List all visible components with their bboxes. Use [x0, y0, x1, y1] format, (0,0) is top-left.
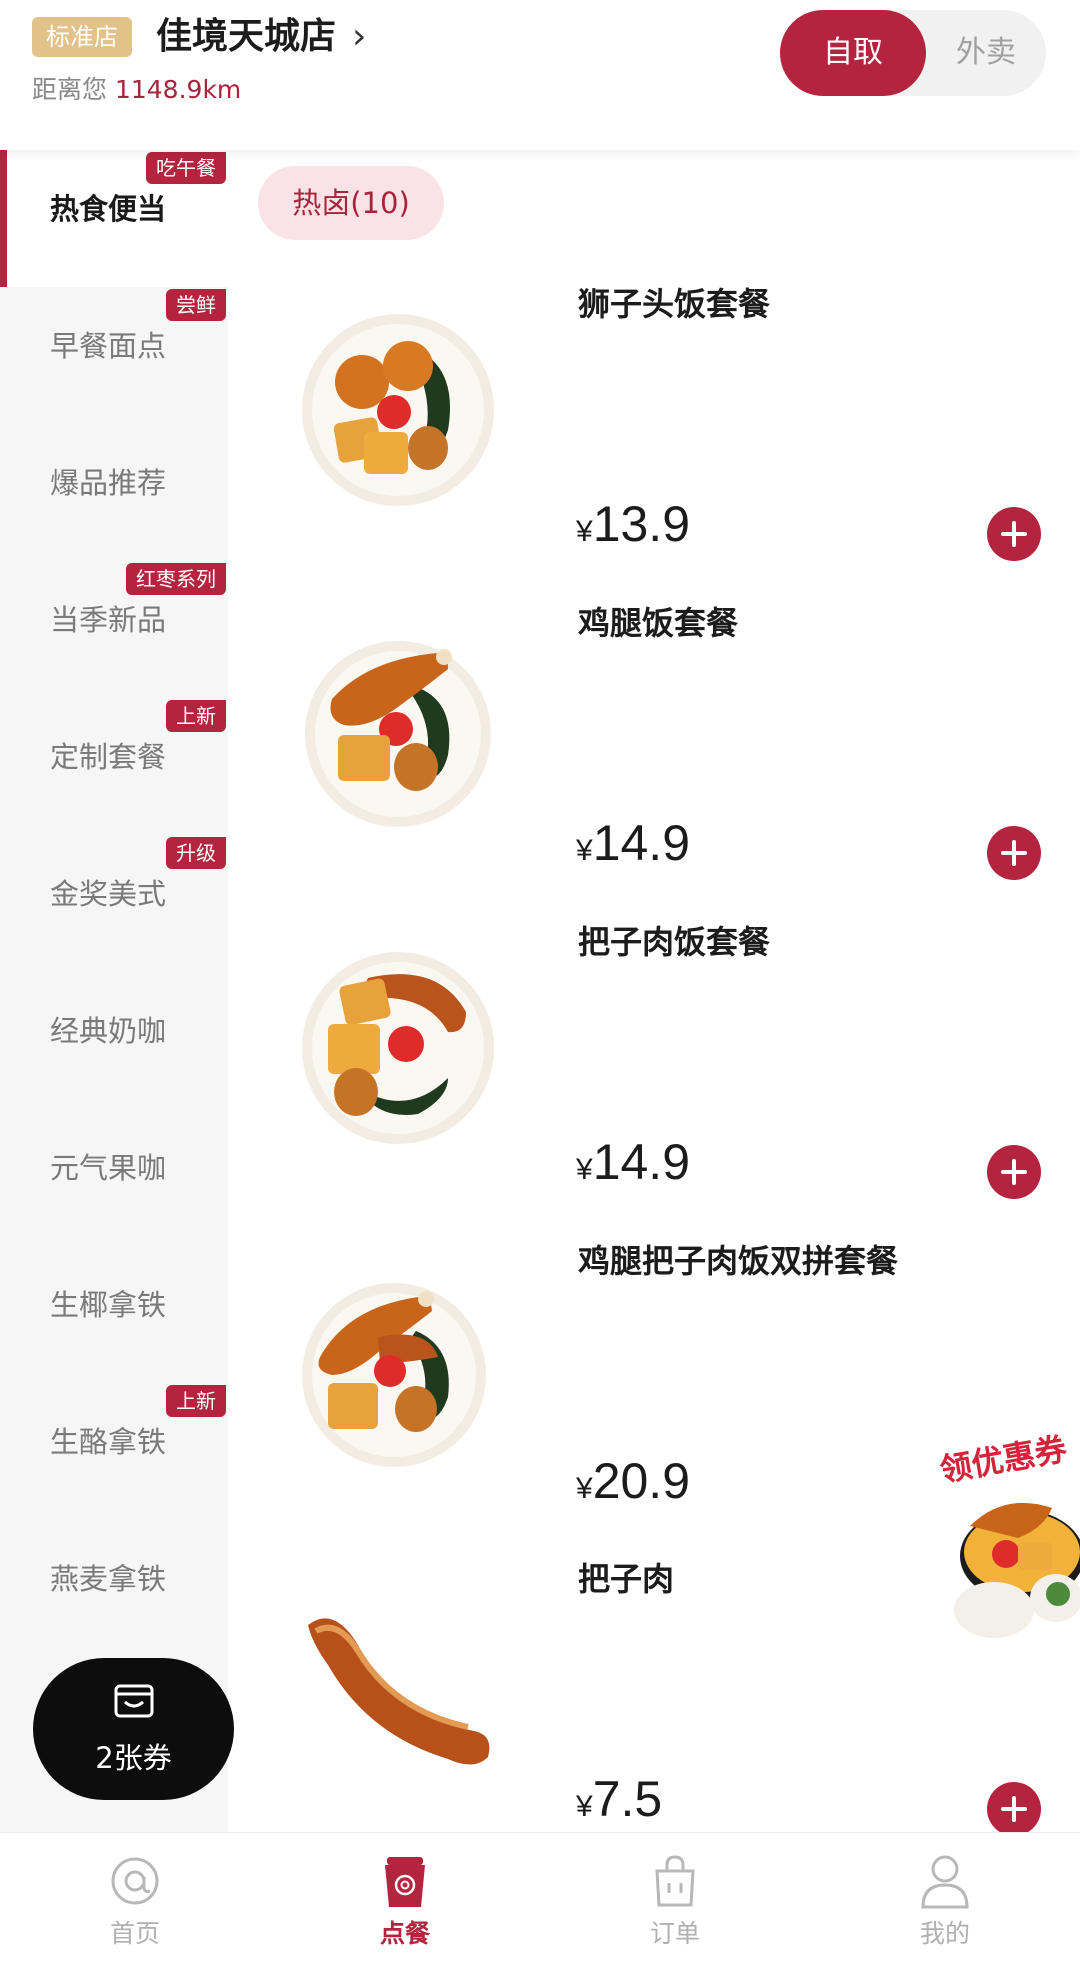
sidebar-item-label: 爆品推荐 [50, 466, 167, 500]
product-price: ¥20.9 [576, 1453, 691, 1509]
braised-pork-rice-set-image [302, 952, 494, 1144]
add-to-cart-button[interactable] [987, 826, 1041, 880]
nav-label: 订单 [649, 1919, 700, 1948]
product-name: 鸡腿把子肉饭双拼套餐 [578, 1242, 899, 1280]
product-name: 狮子头饭套餐 [578, 285, 771, 323]
shopping-bag-icon [655, 1855, 695, 1907]
nav-label: 我的 [919, 1919, 970, 1948]
sidebar-item-breakfast[interactable]: 早餐面点 尝鲜 [0, 287, 228, 424]
subcategory-chip[interactable]: 热卤(10) [258, 166, 444, 240]
pickup-mode-button[interactable]: 自取 [780, 10, 926, 96]
nav-label: 点餐 [379, 1919, 430, 1948]
distance-prefix: 距离您 [32, 75, 108, 104]
sidebar-item-label: 元气果咖 [50, 1151, 167, 1185]
product-name: 把子肉 [578, 1560, 675, 1598]
at-sign-icon [111, 1857, 159, 1905]
nav-home[interactable]: 首页 [0, 1833, 270, 1961]
sidebar-item-cheese-latte[interactable]: 生酪拿铁 上新 [0, 1383, 228, 1520]
sidebar-item-coconut-latte[interactable]: 生椰拿铁 [0, 1246, 228, 1383]
wallet-icon [114, 1684, 154, 1718]
nav-label: 首页 [109, 1919, 160, 1948]
nav-orders[interactable]: 订单 [540, 1833, 810, 1961]
person-icon [921, 1855, 969, 1909]
chicken-pork-combo-set-image [302, 1283, 486, 1467]
order-mode-toggle: 自取 外卖 [780, 10, 1046, 96]
sidebar-item-label: 当季新品 [50, 603, 167, 637]
add-to-cart-button[interactable] [987, 1782, 1041, 1836]
sidebar-item-label: 热食便当 [50, 192, 167, 226]
sidebar-item-label: 生酪拿铁 [50, 1425, 167, 1459]
store-distance: 距离您 1148.9km [32, 72, 241, 108]
nav-order[interactable]: 点餐 [270, 1833, 540, 1961]
category-tag: 上新 [166, 700, 226, 732]
store-name[interactable]: 佳境天城店 [156, 12, 336, 62]
sidebar-item-milk-coffee[interactable]: 经典奶咖 [0, 972, 228, 1109]
sidebar-item-hot-meals[interactable]: 热食便当 吃午餐 [0, 150, 228, 287]
product-name: 鸡腿饭套餐 [578, 604, 739, 642]
sidebar-item-label: 早餐面点 [50, 329, 167, 363]
coupon-promo-float[interactable]: 领优惠券 [934, 1430, 1080, 1648]
sidebar-item-label: 金奖美式 [50, 877, 167, 911]
category-tag: 升级 [166, 837, 226, 869]
sidebar-item-label: 生椰拿铁 [50, 1288, 167, 1322]
sidebar-item-best-sellers[interactable]: 爆品推荐 [0, 424, 228, 561]
sidebar-item-fruit-coffee[interactable]: 元气果咖 [0, 1109, 228, 1246]
product-price: ¥7.5 [576, 1771, 663, 1827]
sidebar-item-custom-sets[interactable]: 定制套餐 上新 [0, 698, 228, 835]
product-card[interactable]: 鸡腿饭套餐 ¥14.9 [228, 601, 1080, 919]
lion-head-rice-set-image [302, 314, 494, 506]
sidebar-item-americano[interactable]: 金奖美式 升级 [0, 835, 228, 972]
coupon-food-image [954, 1502, 1080, 1638]
voucher-button[interactable]: 2张券 [33, 1658, 234, 1800]
sidebar-item-label: 燕麦拿铁 [50, 1562, 167, 1596]
chevron-right-icon[interactable]: › [352, 12, 366, 62]
sidebar-item-label: 经典奶咖 [50, 1014, 167, 1048]
store-header: 标准店 佳境天城店 › 距离您 1148.9km 自取 外卖 [0, 0, 1080, 150]
product-card[interactable]: 狮子头饭套餐 ¥13.9 [228, 282, 1080, 600]
sidebar-item-oat-latte[interactable]: 燕麦拿铁 [0, 1520, 228, 1657]
nav-profile[interactable]: 我的 [810, 1833, 1080, 1961]
product-price: ¥14.9 [576, 815, 691, 871]
coffee-cup-icon [385, 1857, 425, 1907]
braised-pork-strip-image [308, 1618, 490, 1765]
category-tag: 吃午餐 [146, 152, 226, 184]
product-price: ¥14.9 [576, 1134, 691, 1190]
category-tag: 红枣系列 [126, 563, 226, 595]
sidebar-item-label: 定制套餐 [50, 740, 167, 774]
add-to-cart-button[interactable] [987, 1145, 1041, 1199]
bottom-navigation: 首页 点餐 订单 我的 [0, 1832, 1080, 1961]
product-name: 把子肉饭套餐 [578, 923, 771, 961]
add-to-cart-button[interactable] [987, 507, 1041, 561]
product-card[interactable]: 把子肉饭套餐 ¥14.9 [228, 920, 1080, 1238]
sidebar-item-seasonal[interactable]: 当季新品 红枣系列 [0, 561, 228, 698]
store-level-badge: 标准店 [32, 17, 132, 57]
delivery-mode-button[interactable]: 外卖 [926, 10, 1046, 96]
category-sidebar: 热食便当 吃午餐 早餐面点 尝鲜 爆品推荐 当季新品 红枣系列 定制套餐 上新 … [0, 150, 228, 1832]
product-price: ¥13.9 [576, 496, 691, 552]
category-tag: 尝鲜 [166, 289, 226, 321]
chicken-leg-rice-set-image [305, 641, 491, 827]
distance-value: 1148.9km [114, 75, 242, 104]
voucher-label: 2张券 [95, 1741, 172, 1775]
category-tag: 上新 [166, 1385, 226, 1417]
